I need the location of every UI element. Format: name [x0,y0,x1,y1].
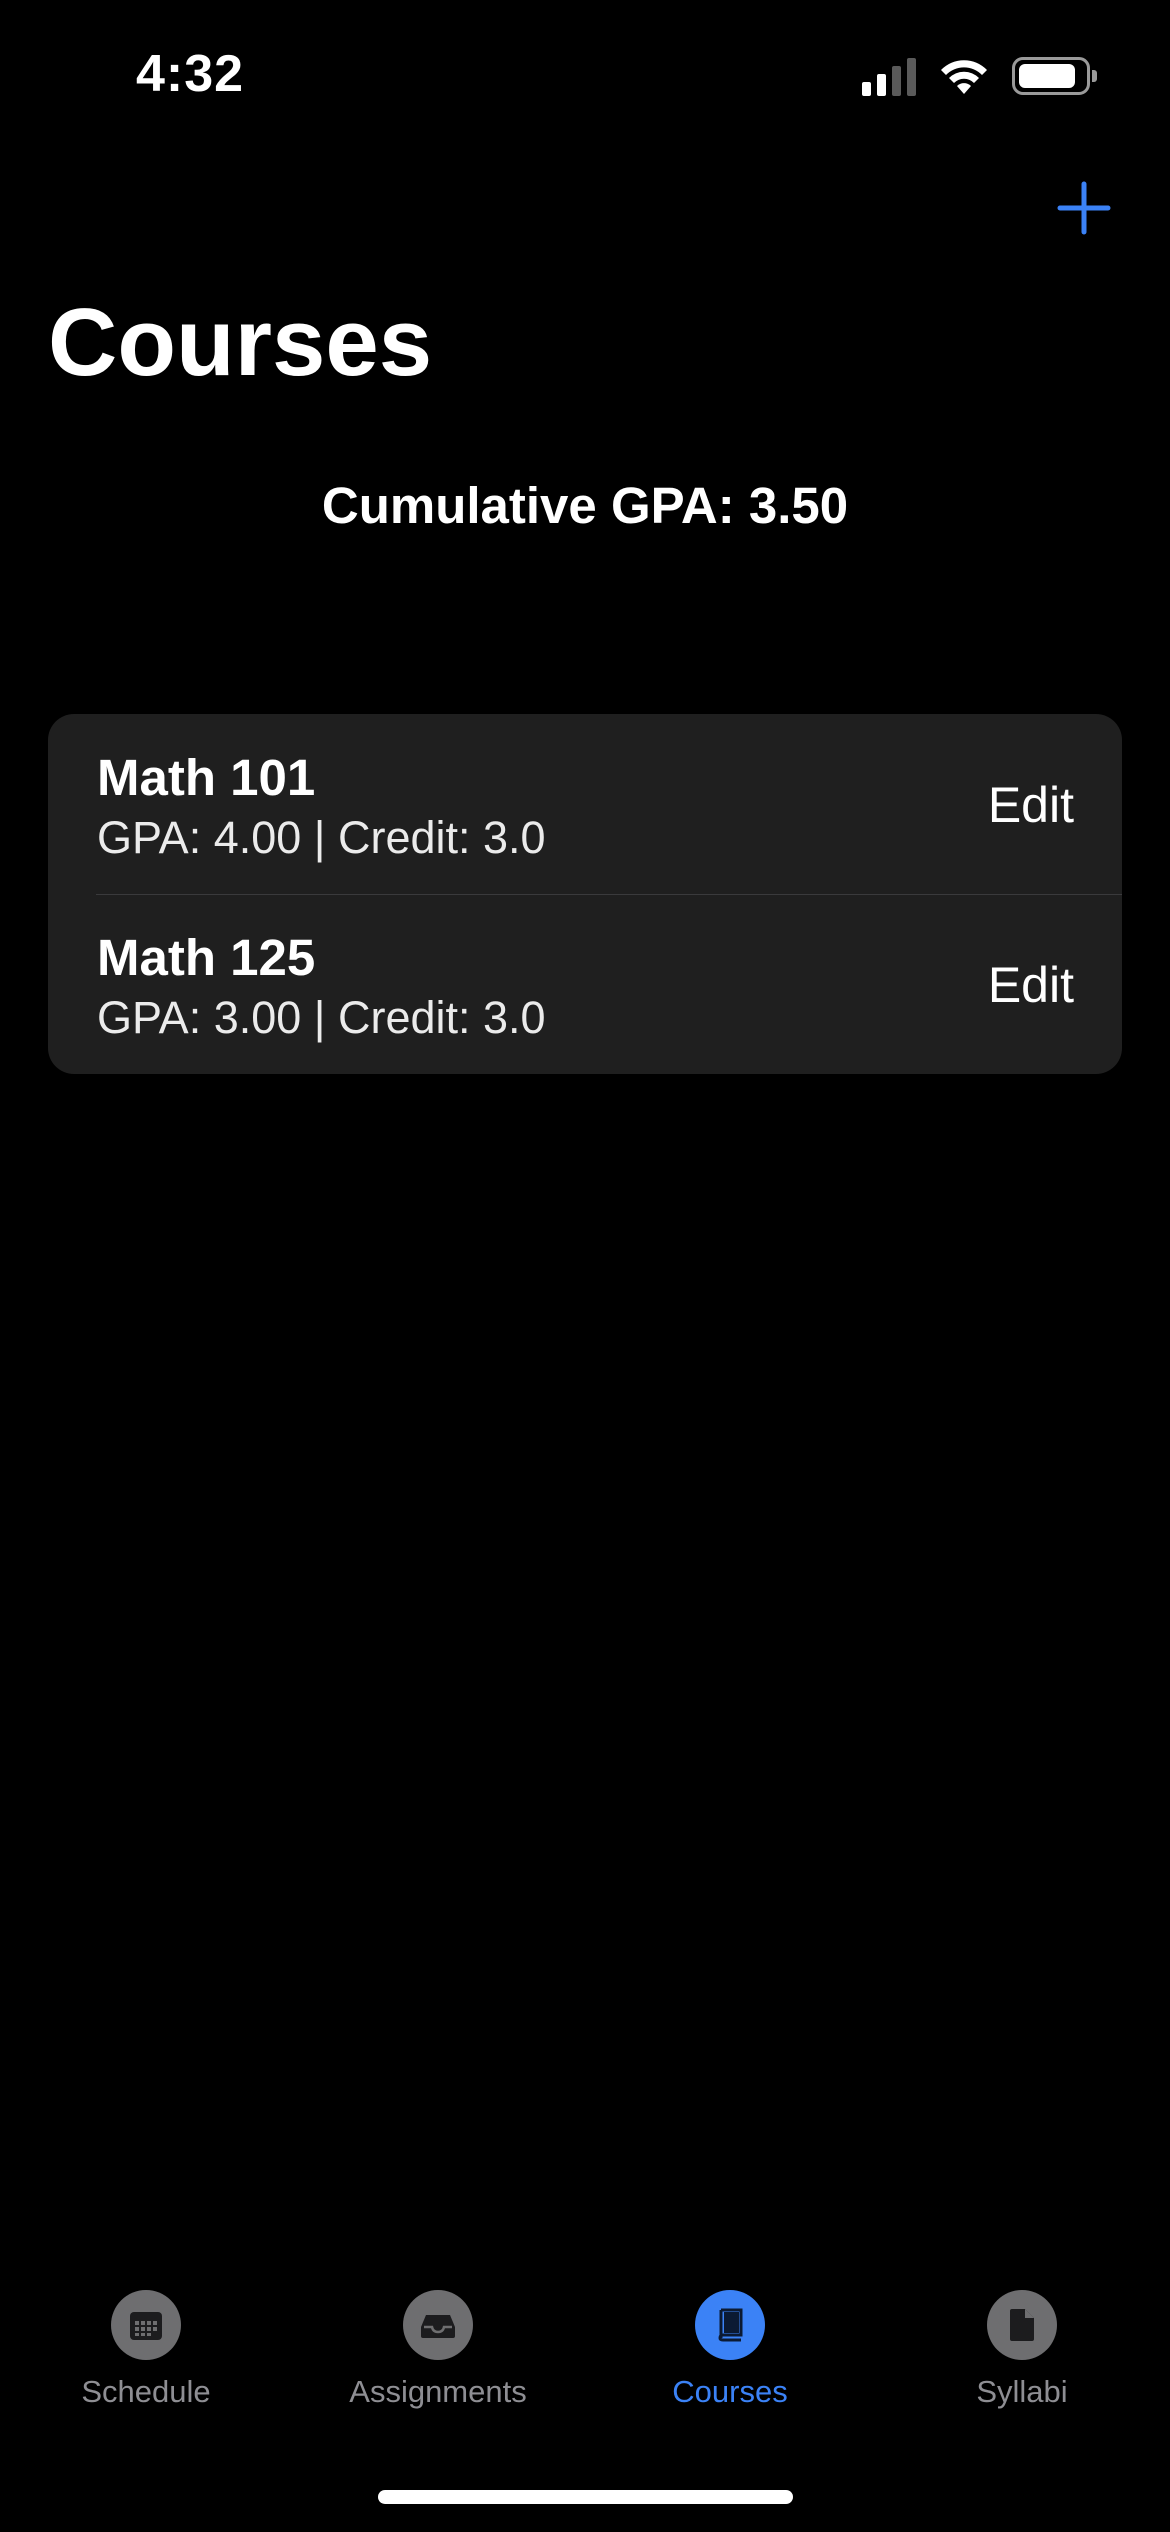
course-detail: GPA: 3.00 | Credit: 3.0 [97,992,546,1043]
status-icons [862,56,1097,96]
course-detail: GPA: 4.00 | Credit: 3.0 [97,812,546,863]
tab-schedule[interactable]: Schedule [0,2290,292,2410]
status-time: 4:32 [136,45,245,103]
edit-course-button[interactable]: Edit [988,956,1074,1014]
edit-course-button[interactable]: Edit [988,776,1074,834]
home-indicator[interactable] [378,2490,793,2504]
tab-label: Assignments [349,2374,527,2409]
battery-icon [1012,57,1097,95]
tab-assignments[interactable]: Assignments [292,2290,584,2410]
tab-syllabi[interactable]: Syllabi [876,2290,1168,2410]
course-name: Math 125 [97,929,316,986]
course-list: Math 101 GPA: 4.00 | Credit: 3.0 Edit Ma… [48,714,1122,1074]
tab-label: Courses [672,2374,788,2409]
cellular-signal-icon [862,56,916,96]
status-bar: 4:32 [0,0,1170,150]
plus-icon [1057,181,1111,235]
calendar-icon [111,2290,181,2360]
course-name: Math 101 [97,749,316,806]
document-icon [987,2290,1057,2360]
wifi-icon [941,60,987,94]
tab-label: Schedule [81,2374,211,2409]
course-row: Math 125 GPA: 3.00 | Credit: 3.0 Edit [48,894,1122,1074]
tab-label: Syllabi [976,2374,1068,2409]
course-row: Math 101 GPA: 4.00 | Credit: 3.0 Edit [48,714,1122,894]
add-course-button[interactable] [1054,178,1114,238]
cumulative-gpa: Cumulative GPA: 3.50 [321,477,849,534]
tab-courses[interactable]: Courses [584,2290,876,2410]
tab-bar: Schedule Assignments Courses Syllabi [0,2290,1170,2430]
book-icon [695,2290,765,2360]
page-title: Courses [48,289,433,396]
tray-icon [403,2290,473,2360]
